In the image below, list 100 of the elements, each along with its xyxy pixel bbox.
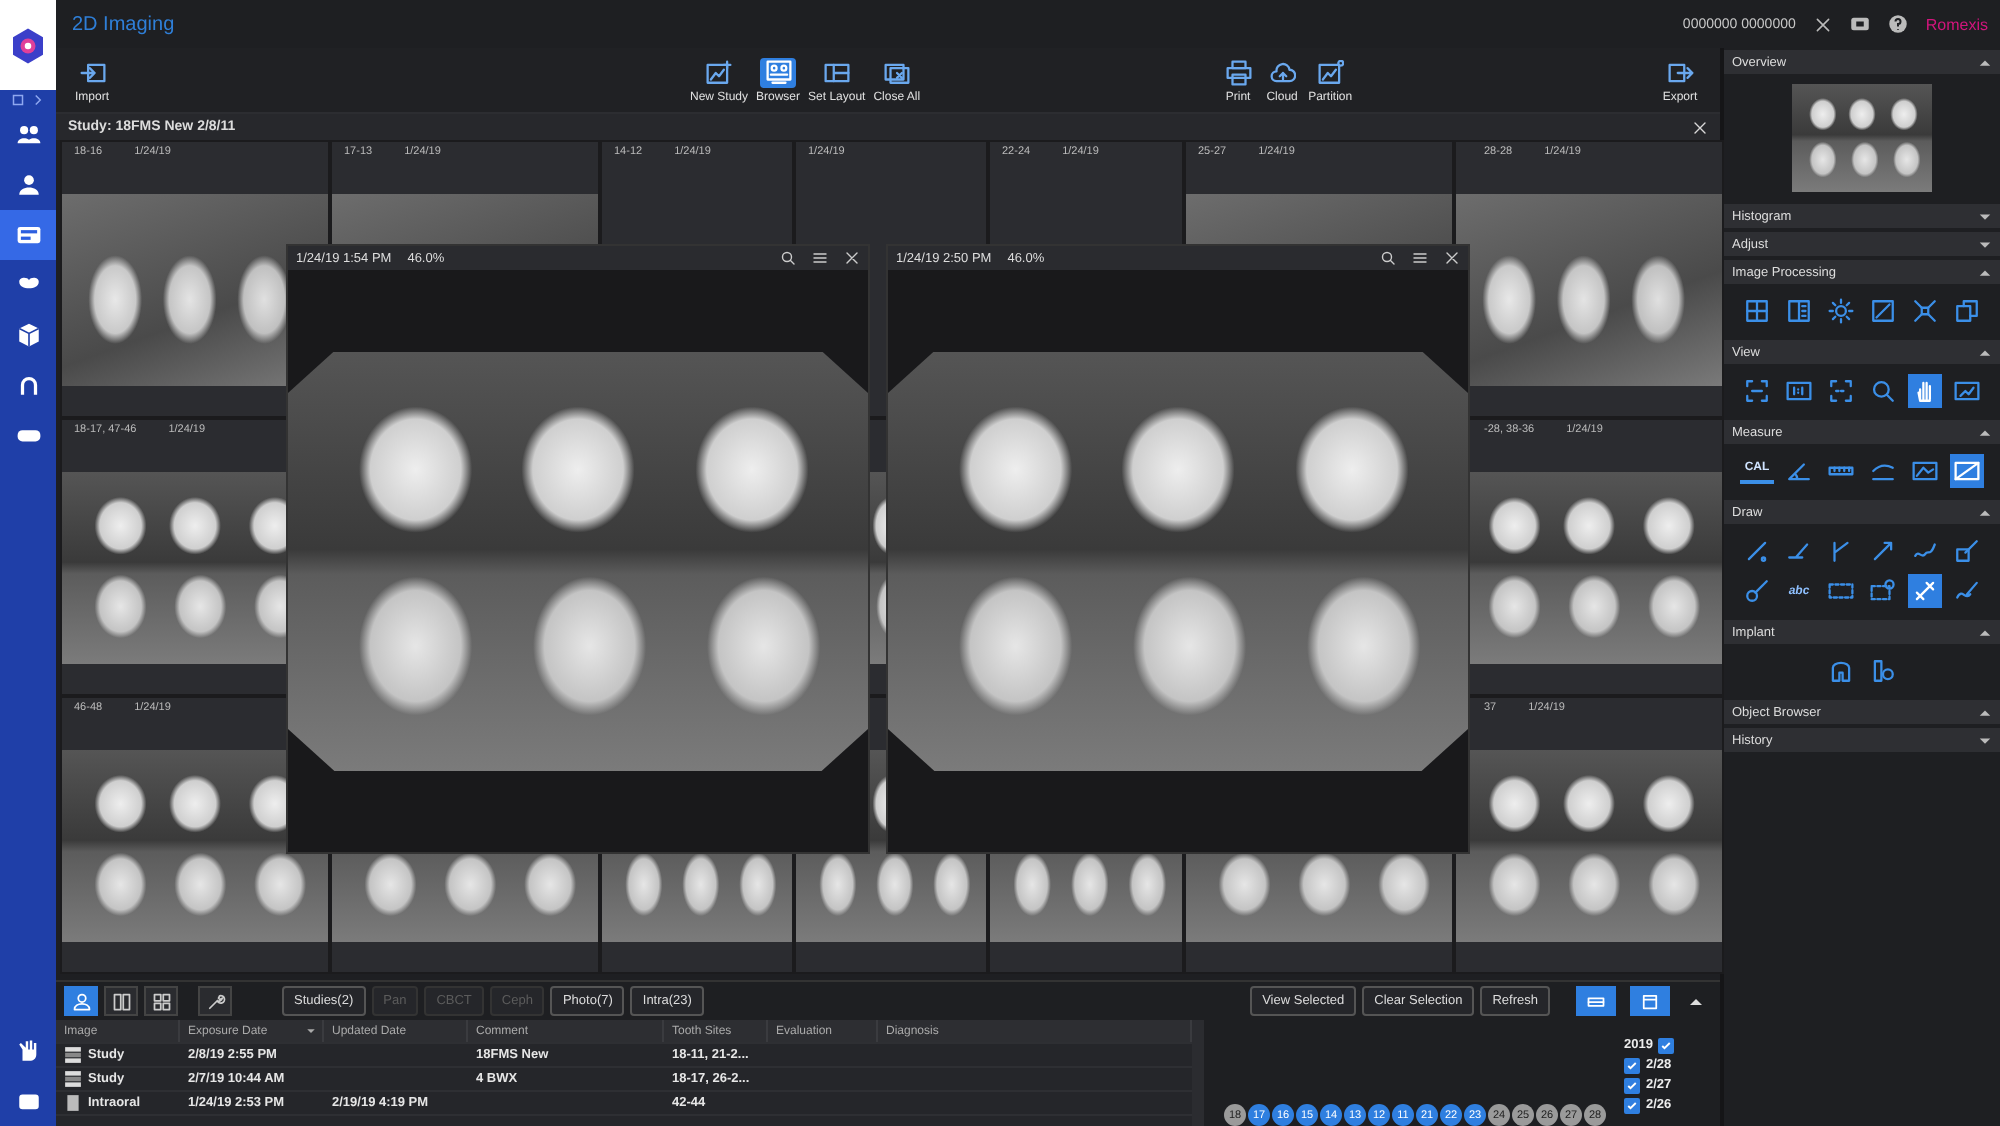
picture-icon: [1954, 378, 1980, 404]
collapse-icon[interactable]: [1688, 993, 1704, 1009]
expand-caret-icon[interactable]: [1978, 209, 1992, 223]
tool-button[interactable]: [1908, 294, 1942, 328]
close-icon[interactable]: [844, 250, 860, 266]
layout-button[interactable]: [1630, 986, 1670, 1016]
expand-caret-icon[interactable]: [1978, 237, 1992, 251]
checkbox[interactable]: [1624, 1057, 1640, 1073]
collapse-caret-icon[interactable]: [1978, 345, 1992, 359]
chevron-icon[interactable]: [32, 94, 44, 106]
layers-icon: [1954, 298, 1980, 324]
implant-icon: [1828, 658, 1854, 684]
film-stack-icon: [64, 1070, 82, 1088]
tool-button[interactable]: [1908, 374, 1942, 408]
tool-button[interactable]: [1740, 374, 1774, 408]
tool-button[interactable]: [1740, 574, 1774, 608]
xray-thumbnail[interactable]: [62, 749, 328, 941]
browser-icon: [765, 59, 792, 85]
slash-icon: [1954, 458, 1980, 484]
close-icon[interactable]: [1813, 15, 1832, 33]
tool-button[interactable]: [1950, 454, 1984, 488]
corners-icon: [1744, 378, 1770, 404]
tool-button[interactable]: [1950, 294, 1984, 328]
close-icon[interactable]: [1444, 250, 1460, 266]
diagonal-icon: [1912, 578, 1938, 604]
collapse-caret-icon[interactable]: [1978, 425, 1992, 439]
view-mode-button[interactable]: [104, 986, 138, 1016]
view-mode-button[interactable]: [144, 986, 178, 1016]
browser-icon: [15, 222, 41, 248]
brand-name: Romexis: [1925, 15, 1988, 33]
arrow-icon: [1870, 538, 1896, 564]
person-icon: [71, 991, 91, 1011]
help-icon[interactable]: [1887, 14, 1908, 34]
group-icon: [15, 122, 41, 148]
search-icon[interactable]: [780, 250, 796, 266]
new-study-icon: [706, 59, 732, 85]
collapse-caret-icon[interactable]: [1978, 705, 1992, 719]
checkbox[interactable]: [1658, 1037, 1675, 1053]
tool-button[interactable]: [1866, 294, 1900, 328]
grid-icon: [1744, 298, 1770, 324]
tool-button[interactable]: [1950, 534, 1984, 568]
grid-icon[interactable]: [12, 94, 24, 106]
xray-thumbnail[interactable]: [1456, 193, 1722, 385]
tool-button[interactable]: [1740, 294, 1774, 328]
screen-icon[interactable]: [1849, 14, 1870, 34]
sun-icon: [1828, 298, 1854, 324]
collapse-caret-icon[interactable]: [1978, 55, 1992, 69]
export-icon: [1667, 59, 1693, 85]
tool-button[interactable]: [1782, 294, 1816, 328]
freehand-icon: [1954, 578, 1980, 604]
circle-pen-icon: [1744, 578, 1770, 604]
checkbox[interactable]: [1624, 1097, 1640, 1113]
dashed-rectangle-pin-icon: [1870, 578, 1896, 604]
view-mode-button[interactable]: [198, 986, 232, 1016]
cloud-icon: [1269, 59, 1296, 85]
tool-button[interactable]: [1824, 374, 1858, 408]
logo-icon: [8, 25, 48, 65]
layout-button[interactable]: [1576, 986, 1616, 1016]
list-icon[interactable]: [812, 250, 828, 266]
tool-button[interactable]: [1908, 574, 1942, 608]
polyline-icon: [1828, 538, 1854, 564]
rows-icon: [1586, 991, 1606, 1011]
implant-pin-icon: [1870, 658, 1896, 684]
printer-icon: [1225, 59, 1252, 85]
zoom-icon: [1870, 378, 1896, 404]
grid-icon: [151, 991, 171, 1011]
import-icon: [79, 59, 105, 85]
partition-icon: [1317, 59, 1344, 85]
app-title: 2D Imaging: [72, 13, 177, 35]
one-to-one-icon: [1786, 378, 1812, 404]
checkbox[interactable]: [1624, 1077, 1640, 1093]
close-icon[interactable]: [1692, 119, 1708, 135]
film-stack-icon: [64, 1046, 82, 1064]
expand-caret-icon[interactable]: [1978, 733, 1992, 747]
contrast-icon: [1870, 298, 1896, 324]
cube-icon: [15, 322, 41, 348]
collapse-caret-icon[interactable]: [1978, 265, 1992, 279]
close-all-icon: [883, 59, 910, 85]
pen-icon: [1744, 538, 1770, 564]
check-icon: [1660, 1039, 1673, 1051]
wrench-icon: [205, 991, 225, 1011]
tool-button[interactable]: [1824, 294, 1858, 328]
window-icon: [1640, 991, 1660, 1011]
dashed-rectangle-icon: [1828, 578, 1854, 604]
film-icon: [64, 1094, 82, 1112]
view-mode-button[interactable]: [64, 986, 98, 1016]
arrows-icon: [1912, 298, 1938, 324]
split-icon: [1786, 298, 1812, 324]
angle-icon: [1786, 458, 1812, 484]
grid-icon: [111, 991, 131, 1011]
collapse-caret-icon[interactable]: [1978, 505, 1992, 519]
list-icon[interactable]: [1412, 250, 1428, 266]
collapse-caret-icon[interactable]: [1978, 625, 1992, 639]
area-icon: [1912, 458, 1938, 484]
nav-item[interactable]: [0, 210, 56, 260]
search-icon[interactable]: [1380, 250, 1396, 266]
dashed-corners-icon: [1828, 378, 1854, 404]
rectangle-pen-icon: [1954, 538, 1980, 564]
xray-thumbnail[interactable]: [1456, 749, 1722, 941]
overview-thumbnail[interactable]: [1792, 84, 1932, 192]
